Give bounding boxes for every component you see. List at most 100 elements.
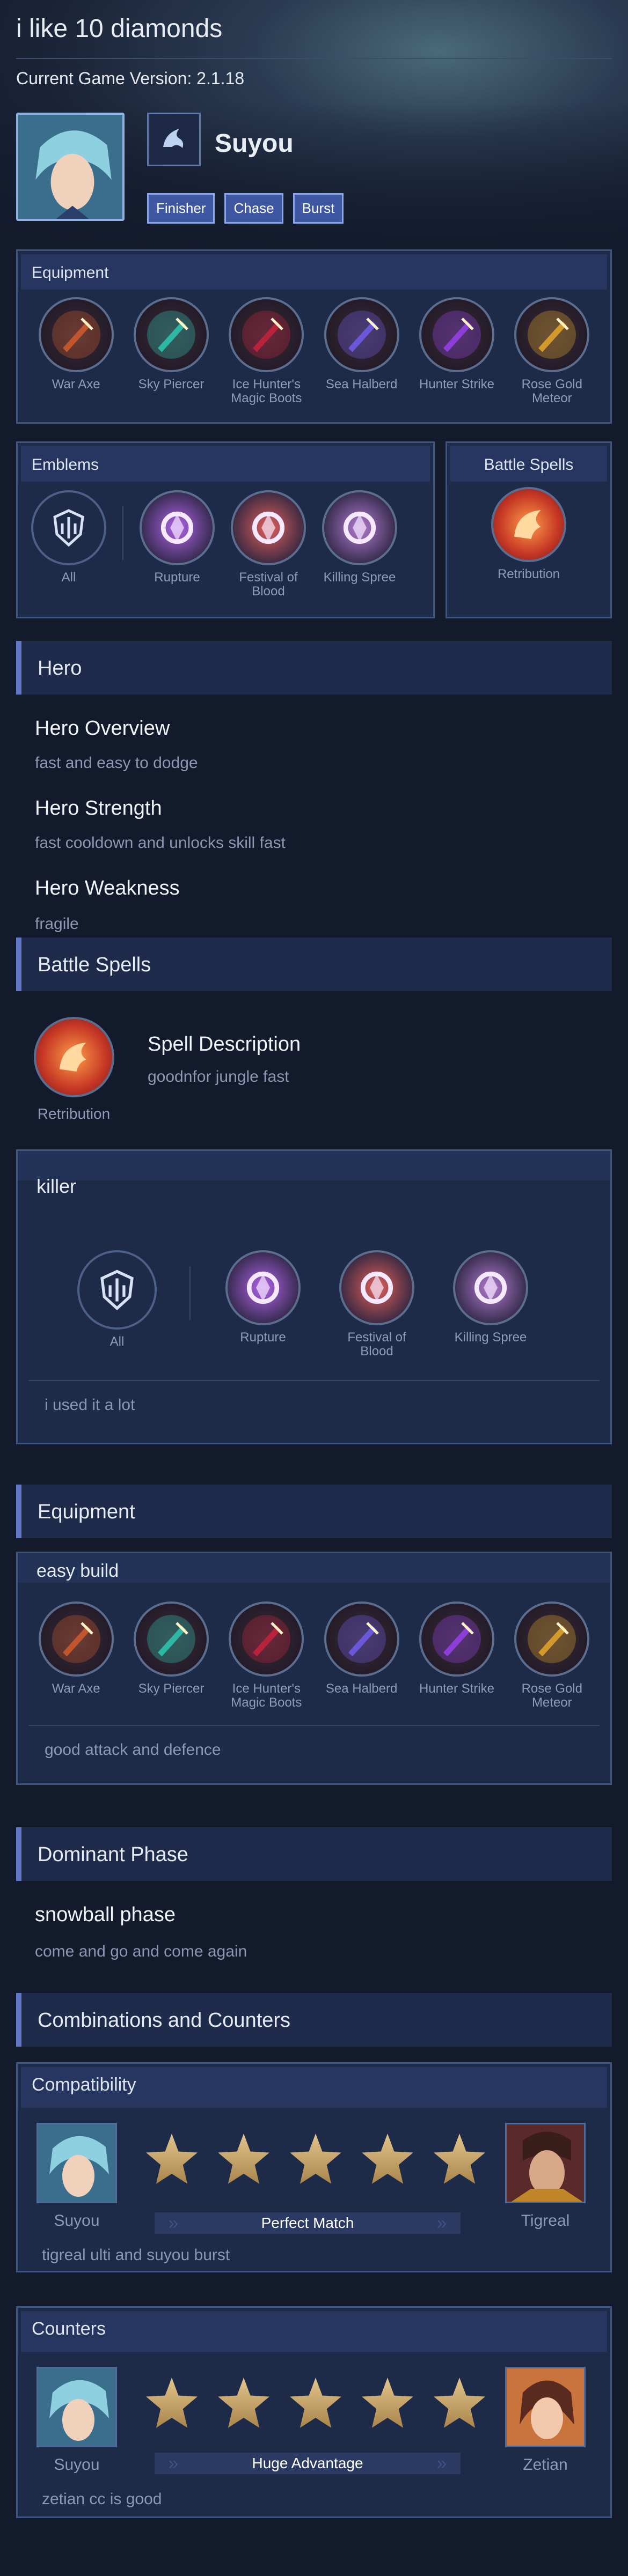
emblem-card-note: i used it a lot bbox=[45, 1396, 135, 1414]
dominant-phase-text: come and go and come again bbox=[35, 1943, 247, 1960]
equipment-build-item-5[interactable]: Rose Gold Meteor bbox=[509, 1601, 595, 1710]
page-title: i like 10 diamonds bbox=[16, 14, 223, 43]
star-icon bbox=[290, 2378, 341, 2428]
counter-right-hero[interactable]: Zetian bbox=[505, 2367, 586, 2474]
equipment-build-card: easy build War Axe Sky Piercer Ice Hunter'… bbox=[16, 1552, 612, 1785]
tigreal-avatar bbox=[505, 2123, 586, 2203]
equipment-summary-item-label: War Axe bbox=[52, 377, 100, 392]
emblems-summary-talent-0[interactable]: Rupture bbox=[137, 490, 217, 599]
emblem-card-main[interactable]: All bbox=[77, 1250, 157, 1349]
compat-note: tigreal ulti and suyou burst bbox=[42, 2246, 230, 2264]
equipment-build-item-1[interactable]: Sky Piercer bbox=[128, 1601, 214, 1710]
equipment-summary-item-3[interactable]: Sea Halberd bbox=[319, 297, 405, 405]
equipment-build-note: good attack and defence bbox=[45, 1741, 221, 1759]
equipment-summary-item-1[interactable]: Sky Piercer bbox=[128, 297, 214, 405]
magic-boots-icon bbox=[229, 297, 304, 372]
festival-of-blood-icon bbox=[339, 1250, 414, 1325]
killing-spree-icon bbox=[453, 1250, 528, 1325]
role-tag-finisher[interactable]: Finisher bbox=[147, 193, 215, 224]
sea-halberd-icon bbox=[324, 1601, 399, 1677]
all-emblem-icon bbox=[31, 490, 106, 565]
star-icon bbox=[290, 2134, 341, 2184]
equipment-build-item-4[interactable]: Hunter Strike bbox=[414, 1601, 500, 1710]
sky-piercer-icon bbox=[133, 1601, 209, 1677]
hero-strength-title: Hero Strength bbox=[35, 797, 162, 820]
rupture-icon bbox=[140, 490, 215, 565]
hero-weakness-title: Hero Weakness bbox=[35, 877, 180, 899]
role-tag-burst[interactable]: Burst bbox=[293, 193, 344, 224]
star-icon bbox=[146, 2378, 198, 2428]
equipment-build-item-label: Hunter Strike bbox=[419, 1681, 494, 1696]
equipment-summary-item-4[interactable]: Hunter Strike bbox=[414, 297, 500, 405]
emblem-card-talent-2[interactable]: Killing Spree bbox=[450, 1250, 531, 1359]
equipment-summary-item-label: Sky Piercer bbox=[138, 377, 205, 392]
war-axe-icon bbox=[38, 297, 114, 372]
equipment-build-item-label: War Axe bbox=[52, 1681, 100, 1696]
compatibility-card: Compatibility Suyou » Perfect Match » Ti… bbox=[16, 2062, 612, 2272]
emblem-main[interactable]: All bbox=[28, 490, 109, 585]
emblems-summary-talent-label: Rupture bbox=[154, 570, 200, 585]
combinations-heading: Combinations and Counters bbox=[16, 1993, 612, 2047]
sky-piercer-icon bbox=[133, 297, 209, 372]
hero-role-tags: Finisher Chase Burst bbox=[147, 193, 344, 224]
battle-spell-card-label: Retribution bbox=[37, 1105, 111, 1122]
rose-gold-meteor-icon bbox=[514, 297, 590, 372]
emblems-summary-talent-2[interactable]: Killing Spree bbox=[319, 490, 400, 599]
assassin-icon bbox=[147, 113, 201, 166]
hero-strength-text: fast cooldown and unlocks skill fast bbox=[35, 834, 286, 852]
counter-verdict-bar: » Huge Advantage » bbox=[155, 2453, 461, 2474]
hero-header: Finisher Chase Burst bbox=[16, 113, 612, 225]
star-icon bbox=[362, 2378, 413, 2428]
equipment-build-item-0[interactable]: War Axe bbox=[33, 1601, 119, 1710]
hero-overview-text: fast and easy to dodge bbox=[35, 754, 198, 772]
compat-rating-stars bbox=[144, 2132, 487, 2186]
magic-boots-icon bbox=[229, 1601, 304, 1677]
emblem-card-main-label: All bbox=[109, 1334, 125, 1349]
battle-spell-retribution[interactable]: Retribution bbox=[488, 487, 569, 581]
role-tag-chase[interactable]: Chase bbox=[224, 193, 283, 224]
emblem-card-talent-label: Festival of Blood bbox=[347, 1330, 406, 1359]
equipment-summary-item-label: Hunter Strike bbox=[419, 377, 494, 392]
all-emblem-icon bbox=[77, 1250, 157, 1330]
star-icon bbox=[218, 2134, 269, 2184]
equipment-build-item-label: Rose Gold Meteor bbox=[521, 1681, 582, 1710]
retribution-icon bbox=[491, 487, 566, 562]
killing-spree-icon bbox=[322, 490, 397, 565]
hero-portrait bbox=[16, 113, 125, 221]
emblems-summary-heading: Emblems bbox=[21, 446, 430, 482]
counter-verdict: Huge Advantage bbox=[252, 2455, 363, 2471]
spell-description-text: goodnfor jungle fast bbox=[148, 1068, 289, 1086]
emblems-summary-talent-label: Festival of Blood bbox=[239, 570, 298, 599]
equipment-summary-item-2[interactable]: Ice Hunter's Magic Boots bbox=[223, 297, 309, 405]
compat-right-hero[interactable]: Tigreal bbox=[505, 2123, 586, 2230]
emblem-card-talent-label: Rupture bbox=[240, 1330, 286, 1345]
game-version: Current Game Version: 2.1.18 bbox=[16, 58, 612, 91]
counter-left-hero[interactable]: Suyou bbox=[36, 2367, 117, 2474]
equipment-summary-item-5[interactable]: Rose Gold Meteor bbox=[509, 297, 595, 405]
equipment-build-item-2[interactable]: Ice Hunter's Magic Boots bbox=[223, 1601, 309, 1710]
equipment-summary-item-0[interactable]: War Axe bbox=[33, 297, 119, 405]
hero-weakness-text: fragile bbox=[35, 915, 79, 933]
counters-card: Counters Suyou » Huge Advantage » Zetian… bbox=[16, 2306, 612, 2518]
emblem-card-talent-1[interactable]: Festival of Blood bbox=[337, 1250, 417, 1359]
star-icon bbox=[146, 2134, 198, 2184]
battle-spells-summary-heading: Battle Spells bbox=[450, 446, 607, 482]
star-icon bbox=[218, 2378, 269, 2428]
battle-spell-label: Retribution bbox=[497, 567, 560, 581]
compat-left-name: Suyou bbox=[54, 2212, 100, 2230]
battle-spell-card[interactable]: Retribution bbox=[32, 1017, 115, 1121]
star-icon bbox=[434, 2134, 485, 2184]
dominant-phase-heading: Dominant Phase bbox=[16, 1827, 612, 1881]
compat-left-hero[interactable]: Suyou bbox=[36, 2123, 117, 2230]
emblems-summary-panel: Emblems All Rupture Festival of Blood Kill… bbox=[16, 441, 435, 618]
emblems-summary-talent-1[interactable]: Festival of Blood bbox=[228, 490, 309, 599]
emblem-card-talent-0[interactable]: Rupture bbox=[223, 1250, 303, 1359]
equipment-build-item-3[interactable]: Sea Halberd bbox=[319, 1601, 405, 1710]
battle-spells-summary-panel: Battle Spells Retribution bbox=[446, 441, 612, 618]
hero-name: Suyou bbox=[215, 129, 294, 158]
equipment-section-heading: Equipment bbox=[16, 1485, 612, 1538]
hunter-strike-icon bbox=[419, 297, 494, 372]
compatibility-heading: Compatibility bbox=[21, 2067, 607, 2108]
dominant-phase-title: snowball phase bbox=[35, 1903, 176, 1926]
emblem-divider bbox=[122, 506, 123, 560]
